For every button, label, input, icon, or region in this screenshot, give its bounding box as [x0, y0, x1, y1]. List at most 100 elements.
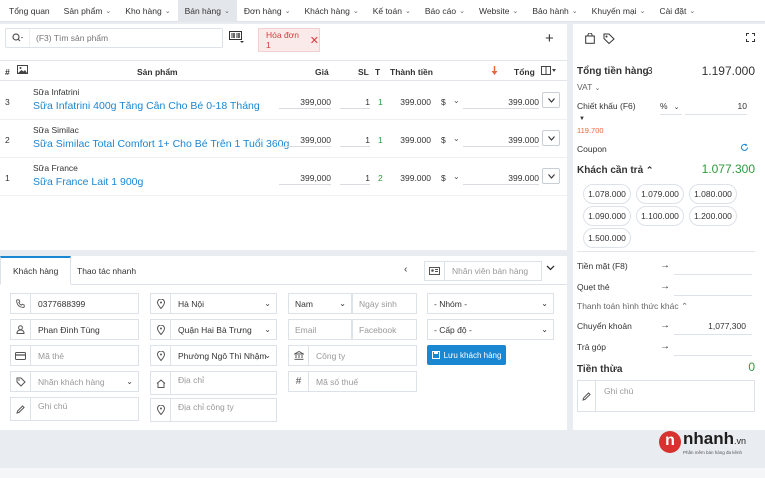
- tab-invoice-1[interactable]: Hóa đơn 1 ✕: [258, 28, 320, 52]
- tax-code-field[interactable]: # Mã số thuế: [288, 371, 417, 392]
- chevron-down-icon[interactable]: [546, 265, 555, 271]
- chevron-down-icon: ⌄: [512, 7, 519, 15]
- level-select[interactable]: - Cấp độ - ⌄: [427, 319, 554, 340]
- table-row[interactable]: 2 Sữa Similac Sữa Similac Total Comfort 1+…: [0, 120, 567, 158]
- nav-item-4[interactable]: Đơn hàng ⌄: [237, 0, 298, 22]
- nav-item-7[interactable]: Báo cáo ⌄: [418, 0, 472, 22]
- currency-select[interactable]: $: [441, 135, 446, 145]
- save-customer-button[interactable]: Lưu khách hàng: [427, 345, 506, 365]
- quick-amount-button[interactable]: 1.080.000: [689, 184, 737, 204]
- nav-item-10[interactable]: Khuyến mại ⌄: [585, 0, 653, 22]
- row-total-input[interactable]: 399.000: [463, 93, 539, 109]
- quantity-input[interactable]: 1: [340, 169, 370, 185]
- arrow-right-icon[interactable]: →: [656, 255, 674, 275]
- quantity-input[interactable]: 1: [340, 131, 370, 147]
- quick-amount-button[interactable]: 1.079.000: [636, 184, 684, 204]
- arrow-right-icon[interactable]: →: [656, 315, 674, 335]
- row-menu-button[interactable]: [542, 168, 560, 184]
- chevron-down-icon[interactable]: ⌄: [453, 134, 460, 143]
- customer-tag-select[interactable]: Nhãn khách hàng ⌄: [10, 371, 139, 392]
- quick-amount-button[interactable]: 1.090.000: [583, 206, 631, 226]
- nav-item-6[interactable]: Kế toán ⌄: [366, 0, 418, 22]
- discount-value-input[interactable]: 10: [685, 98, 747, 115]
- installment-input[interactable]: [674, 336, 752, 356]
- sales-staff-field[interactable]: Nhân viên bán hàng: [424, 261, 542, 281]
- birthday-field[interactable]: Ngày sinh: [352, 293, 417, 314]
- company-address-field[interactable]: Địa chỉ công ty: [150, 398, 277, 422]
- company-field[interactable]: Công ty: [288, 345, 417, 366]
- nav-item-9[interactable]: Bảo hành ⌄: [525, 0, 584, 22]
- search-input[interactable]: [36, 33, 216, 43]
- other-methods-toggle[interactable]: Thanh toán hình thức khác ⌃: [577, 301, 688, 312]
- nav-item-11[interactable]: Cài đặt ⌄: [652, 0, 702, 22]
- facebook-field[interactable]: Facebook: [352, 319, 417, 340]
- gender-select[interactable]: Nam ⌄: [288, 293, 352, 314]
- barcode-icon[interactable]: [229, 31, 245, 43]
- quick-amount-button[interactable]: 1.500.000: [583, 228, 631, 248]
- quick-amount-button[interactable]: 1.100.000: [636, 206, 684, 226]
- transfer-input[interactable]: 1,077,300: [674, 315, 752, 335]
- nav-item-2[interactable]: Kho hàng ⌄: [118, 0, 177, 22]
- close-icon[interactable]: ✕: [310, 34, 319, 47]
- expand-icon[interactable]: [746, 33, 755, 42]
- quantity-input[interactable]: 1: [340, 93, 370, 109]
- group-select[interactable]: - Nhóm - ⌄: [427, 293, 554, 314]
- product-name-link[interactable]: Sữa Similac Total Comfort 1+ Cho Bé Trên…: [33, 138, 289, 150]
- product-name-link[interactable]: Sữa Infatrini 400g Tăng Cân Cho Bé 0-18 …: [33, 100, 260, 112]
- sort-down-icon[interactable]: [491, 66, 498, 75]
- row-total-input[interactable]: 399.000: [463, 169, 539, 185]
- chevron-left-icon[interactable]: ‹: [404, 264, 407, 275]
- search-icon[interactable]: [6, 29, 30, 47]
- product-search[interactable]: [5, 28, 223, 48]
- currency-select[interactable]: $: [441, 173, 446, 183]
- card-number-field[interactable]: Mã thẻ: [10, 345, 139, 366]
- chevron-down-icon[interactable]: ⌄: [453, 96, 460, 105]
- nav-item-5[interactable]: Khách hàng ⌄: [297, 0, 365, 22]
- row-t-value: 1: [378, 97, 383, 107]
- nav-item-0[interactable]: Tổng quan: [2, 0, 57, 22]
- row-menu-button[interactable]: [542, 92, 560, 108]
- name-field[interactable]: Phan Đình Tùng: [10, 319, 139, 340]
- nav-item-8[interactable]: Website ⌄: [472, 0, 525, 22]
- quick-amount-button[interactable]: 1.078.000: [583, 184, 631, 204]
- chevron-down-icon[interactable]: ⌄: [453, 172, 460, 181]
- arrow-right-icon[interactable]: →: [656, 276, 674, 296]
- cash-input[interactable]: [674, 255, 752, 275]
- vat-label[interactable]: VAT ⌄: [577, 82, 600, 92]
- col-amount: Thành tiền: [390, 67, 433, 77]
- row-menu-button[interactable]: [542, 130, 560, 146]
- nav-item-1[interactable]: Sản phẩm ⌄: [57, 0, 119, 22]
- price-input[interactable]: 399,000: [279, 131, 331, 147]
- phone-field[interactable]: 0377688399: [10, 293, 139, 314]
- coupon-label: Coupon: [577, 144, 607, 154]
- currency-select[interactable]: $: [441, 97, 446, 107]
- tab-quick-actions[interactable]: Thao tác nhanh: [65, 256, 148, 285]
- row-total-input[interactable]: 399.000: [463, 131, 539, 147]
- customer-note-field[interactable]: Ghi chú: [10, 397, 139, 421]
- table-row[interactable]: 3 Sữa Infatrini Sữa Infatrini 400g Tăng Câ…: [0, 82, 567, 120]
- add-invoice-button[interactable]: +: [545, 31, 554, 46]
- columns-icon[interactable]: [541, 66, 557, 75]
- table-row[interactable]: 1 Sữa France Sữa France Lait 1 900g 399,000…: [0, 158, 567, 196]
- city-select[interactable]: Hà Nội ⌄: [150, 293, 277, 314]
- product-name-link[interactable]: Sữa France Lait 1 900g: [33, 176, 143, 188]
- price-input[interactable]: 399,000: [279, 169, 331, 185]
- customer-pay-label[interactable]: Khách cần trả ⌃: [577, 165, 653, 176]
- col-product: Sản phẩm: [137, 67, 178, 77]
- tab-customer[interactable]: Khách hàng: [0, 256, 72, 285]
- quick-amount-button[interactable]: 1.200.000: [689, 206, 737, 226]
- email-field[interactable]: Email: [288, 319, 352, 340]
- arrow-right-icon[interactable]: →: [656, 336, 674, 356]
- ward-select[interactable]: Phường Ngô Thì Nhậm ⌄: [150, 345, 277, 366]
- address-field[interactable]: Địa chỉ: [150, 371, 277, 395]
- nav-item-3[interactable]: Bán hàng ⌄: [177, 0, 237, 22]
- card-input[interactable]: [674, 276, 752, 296]
- price-input[interactable]: 399,000: [279, 93, 331, 109]
- tag-icon[interactable]: [603, 33, 615, 44]
- caret-down-icon[interactable]: ▼: [579, 116, 585, 122]
- discount-unit-select[interactable]: % ⌄: [660, 98, 682, 115]
- district-select[interactable]: Quận Hai Bà Trưng ⌄: [150, 319, 277, 340]
- refresh-icon[interactable]: [740, 143, 749, 152]
- bag-icon[interactable]: [585, 33, 595, 44]
- payment-note-field[interactable]: Ghi chú: [577, 380, 755, 412]
